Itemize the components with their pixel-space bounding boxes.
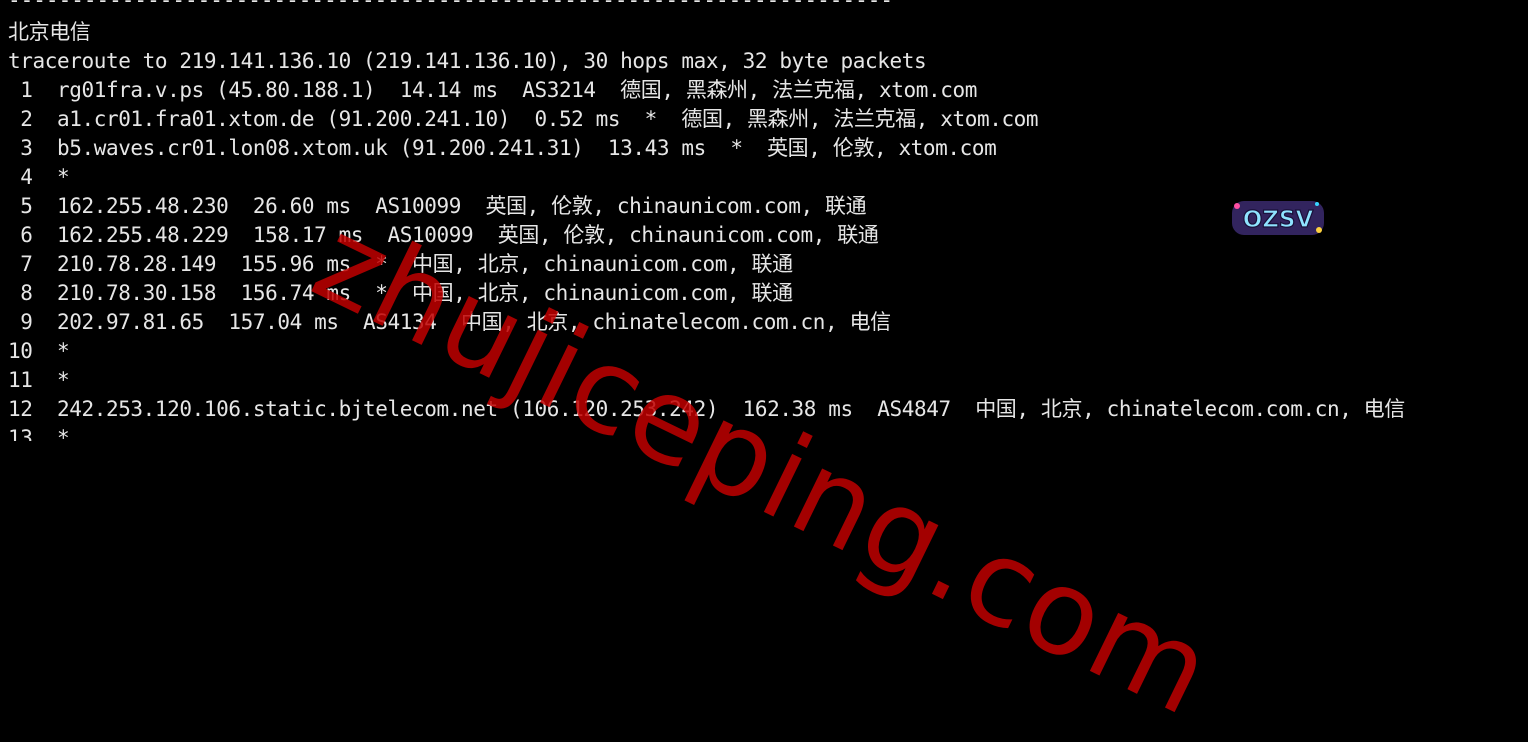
hop-line: 4 * <box>8 165 70 189</box>
hop-line: 13 * <box>8 426 70 441</box>
logo-dot <box>1315 202 1319 206</box>
traceroute-command: traceroute to 219.141.136.10 (219.141.13… <box>8 49 927 73</box>
hop-line: 12 242.253.120.106.static.bjtelecom.net … <box>8 397 1405 421</box>
logo-dot <box>1316 227 1322 233</box>
logo-dot <box>1234 203 1240 209</box>
hop-line: 8 210.78.30.158 156.74 ms * 中国, 北京, chin… <box>8 281 793 305</box>
divider-line: ----------------------------------------… <box>8 0 894 12</box>
ozsv-logo: OZSV <box>1232 201 1324 235</box>
hop-line: 10 * <box>8 339 70 363</box>
hop-line: 2 a1.cr01.fra01.xtom.de (91.200.241.10) … <box>8 107 1039 131</box>
hop-line: 11 * <box>8 368 70 392</box>
hop-line: 3 b5.waves.cr01.lon08.xtom.uk (91.200.24… <box>8 136 997 160</box>
hop-line: 9 202.97.81.65 157.04 ms AS4134 中国, 北京, … <box>8 310 891 334</box>
hop-line: 5 162.255.48.230 26.60 ms AS10099 英国, 伦敦… <box>8 194 867 218</box>
logo-text: OZSV <box>1243 207 1314 233</box>
hop-line: 7 210.78.28.149 155.96 ms * 中国, 北京, chin… <box>8 252 793 276</box>
hop-line: 1 rg01fra.v.ps (45.80.188.1) 14.14 ms AS… <box>8 78 977 102</box>
hop-line: 6 162.255.48.229 158.17 ms AS10099 英国, 伦… <box>8 223 879 247</box>
section-heading: 北京电信 <box>8 20 91 44</box>
